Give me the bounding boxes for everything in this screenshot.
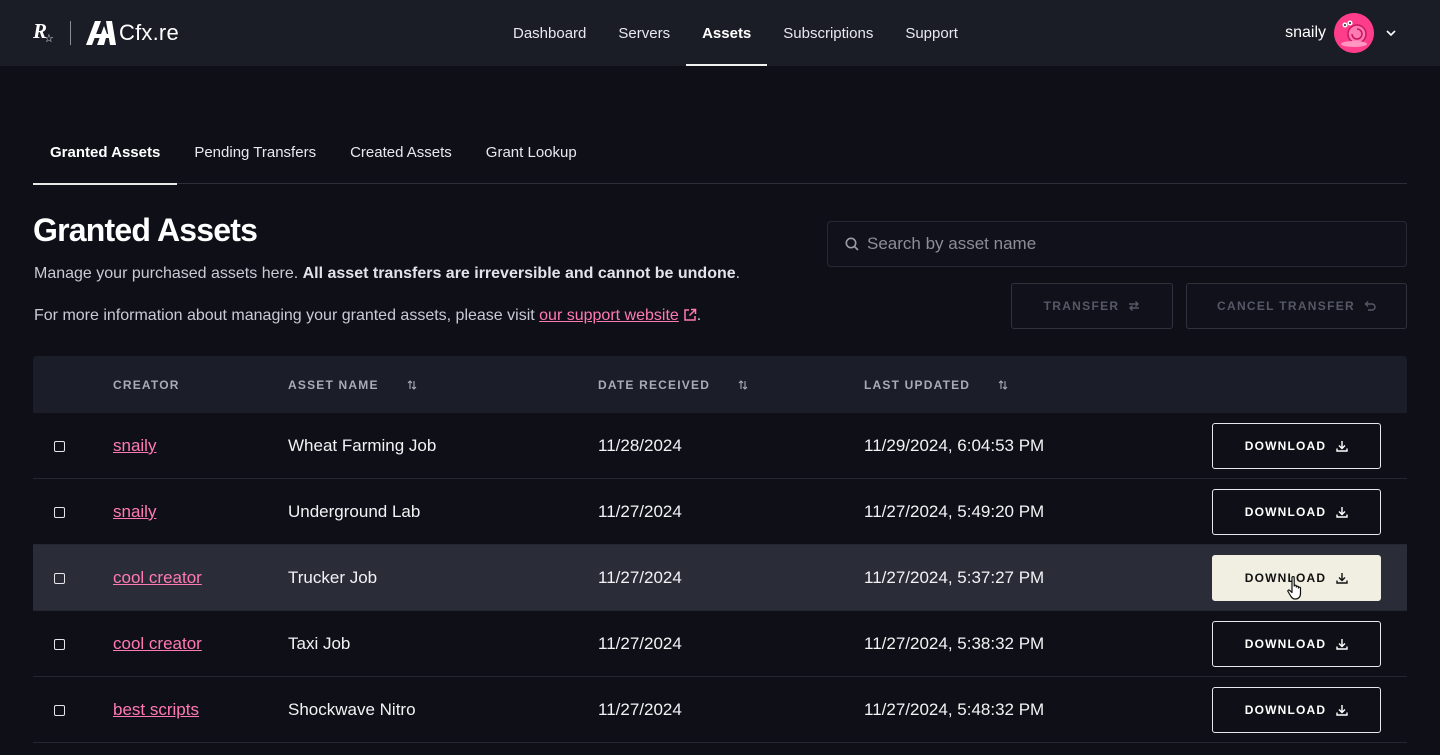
last-updated: 11/27/2024, 5:48:32 PM: [864, 700, 1045, 719]
column-header-date-received[interactable]: DATE RECEIVED: [598, 378, 748, 392]
support-info-end: .: [696, 307, 702, 324]
asset-name: Trucker Job: [288, 568, 378, 587]
brand-divider: [70, 21, 71, 45]
table-row: cool creator Taxi Job 11/27/2024 11/27/2…: [33, 611, 1407, 677]
creator-link[interactable]: snaily: [113, 479, 156, 545]
description-text: Manage your purchased assets here. All a…: [34, 265, 740, 283]
nav-subscriptions[interactable]: Subscriptions: [767, 0, 889, 66]
date-received: 11/27/2024: [598, 568, 682, 587]
tab-granted-assets[interactable]: Granted Assets: [33, 120, 178, 185]
last-updated: 11/27/2024, 5:37:27 PM: [864, 568, 1045, 587]
support-website-link[interactable]: our support website: [539, 307, 697, 324]
table-row: cool creator Trucker Job 11/27/2024 11/2…: [33, 545, 1407, 611]
date-received: 11/28/2024: [598, 436, 682, 455]
download-icon: [1336, 705, 1348, 716]
download-icon: [1336, 441, 1348, 452]
nav-support[interactable]: Support: [889, 0, 974, 66]
table-row: snaily Underground Lab 11/27/2024 11/27/…: [33, 479, 1407, 545]
description-warning: All asset transfers are irreversible and…: [302, 265, 736, 282]
row-checkbox[interactable]: [54, 507, 65, 518]
brand[interactable]: R ☆ Cfx.re: [33, 18, 179, 48]
row-checkbox[interactable]: [54, 441, 65, 452]
undo-icon: [1364, 301, 1376, 311]
date-received: 11/27/2024: [598, 502, 682, 521]
transfer-arrows-icon: [1129, 301, 1140, 311]
last-updated: 11/29/2024, 6:04:53 PM: [864, 436, 1045, 455]
nav-assets[interactable]: Assets: [686, 0, 768, 66]
column-header-last-updated[interactable]: LAST UPDATED: [864, 378, 1008, 392]
asset-name: Wheat Farming Job: [288, 436, 437, 455]
creator-link[interactable]: cool creator: [113, 545, 202, 611]
download-button[interactable]: DOWNLOAD: [1212, 555, 1381, 601]
last-updated: 11/27/2024, 5:38:32 PM: [864, 634, 1045, 653]
tab-created-assets[interactable]: Created Assets: [333, 120, 469, 184]
table-header: CREATOR ASSET NAME DATE RECEIVED LAST UP…: [33, 356, 1407, 413]
download-icon: [1336, 573, 1348, 584]
asset-name: Shockwave Nitro: [288, 700, 416, 719]
description-end: .: [735, 265, 741, 282]
external-link-icon: [684, 308, 697, 321]
nav-servers[interactable]: Servers: [602, 0, 686, 66]
row-checkbox[interactable]: [54, 573, 65, 584]
sort-icon[interactable]: [738, 380, 748, 390]
main-nav: Dashboard Servers Assets Subscriptions S…: [497, 0, 974, 66]
asset-name: Underground Lab: [288, 502, 421, 521]
search-input[interactable]: [867, 234, 1387, 254]
cfx-logo-icon: [86, 21, 116, 45]
date-received: 11/27/2024: [598, 700, 682, 719]
page-title: Granted Assets: [33, 212, 258, 248]
top-navbar: R ☆ Cfx.re Dashboard Servers Assets Subsc…: [0, 0, 1440, 66]
avatar: [1334, 13, 1374, 53]
creator-link[interactable]: best scripts: [113, 677, 199, 743]
table-row: best scripts Shockwave Nitro 11/27/2024 …: [33, 677, 1407, 743]
column-header-creator: CREATOR: [113, 378, 180, 392]
last-updated: 11/27/2024, 5:49:20 PM: [864, 502, 1045, 521]
chevron-down-icon: [1386, 30, 1396, 37]
download-button[interactable]: DOWNLOAD: [1212, 423, 1381, 469]
brand-name: Cfx.re: [119, 20, 179, 45]
row-checkbox[interactable]: [54, 639, 65, 650]
sort-icon[interactable]: [998, 380, 1008, 390]
date-received: 11/27/2024: [598, 634, 682, 653]
user-menu[interactable]: snaily: [1285, 13, 1396, 53]
download-button[interactable]: DOWNLOAD: [1212, 687, 1381, 733]
asset-tabs: Granted Assets Pending Transfers Created…: [33, 120, 1407, 185]
rockstar-logo-icon: R ☆: [33, 19, 54, 45]
table-row: snaily Wheat Farming Job 11/28/2024 11/2…: [33, 413, 1407, 479]
user-name: snaily: [1285, 24, 1326, 41]
support-info-plain: For more information about managing your…: [34, 307, 535, 324]
assets-table: CREATOR ASSET NAME DATE RECEIVED LAST UP…: [33, 356, 1407, 743]
tab-grant-lookup[interactable]: Grant Lookup: [469, 120, 594, 184]
download-button[interactable]: DOWNLOAD: [1212, 621, 1381, 667]
sort-icon[interactable]: [407, 380, 417, 390]
transfer-button[interactable]: TRANSFER: [1011, 283, 1173, 329]
search-icon: [845, 237, 859, 251]
column-header-asset-name[interactable]: ASSET NAME: [288, 378, 417, 392]
creator-link[interactable]: snaily: [113, 413, 156, 479]
search-box: [827, 221, 1407, 267]
row-checkbox[interactable]: [54, 705, 65, 716]
cancel-transfer-button[interactable]: CANCEL TRANSFER: [1186, 283, 1407, 329]
description-plain: Manage your purchased assets here.: [34, 265, 299, 282]
download-button[interactable]: DOWNLOAD: [1212, 489, 1381, 535]
tab-pending-transfers[interactable]: Pending Transfers: [177, 120, 333, 184]
nav-dashboard[interactable]: Dashboard: [497, 0, 602, 66]
asset-name: Taxi Job: [288, 634, 351, 653]
snail-avatar-icon: [1334, 13, 1374, 53]
download-icon: [1336, 507, 1348, 518]
creator-link[interactable]: cool creator: [113, 611, 202, 677]
support-info-text: For more information about managing your…: [34, 307, 701, 325]
download-icon: [1336, 639, 1348, 650]
